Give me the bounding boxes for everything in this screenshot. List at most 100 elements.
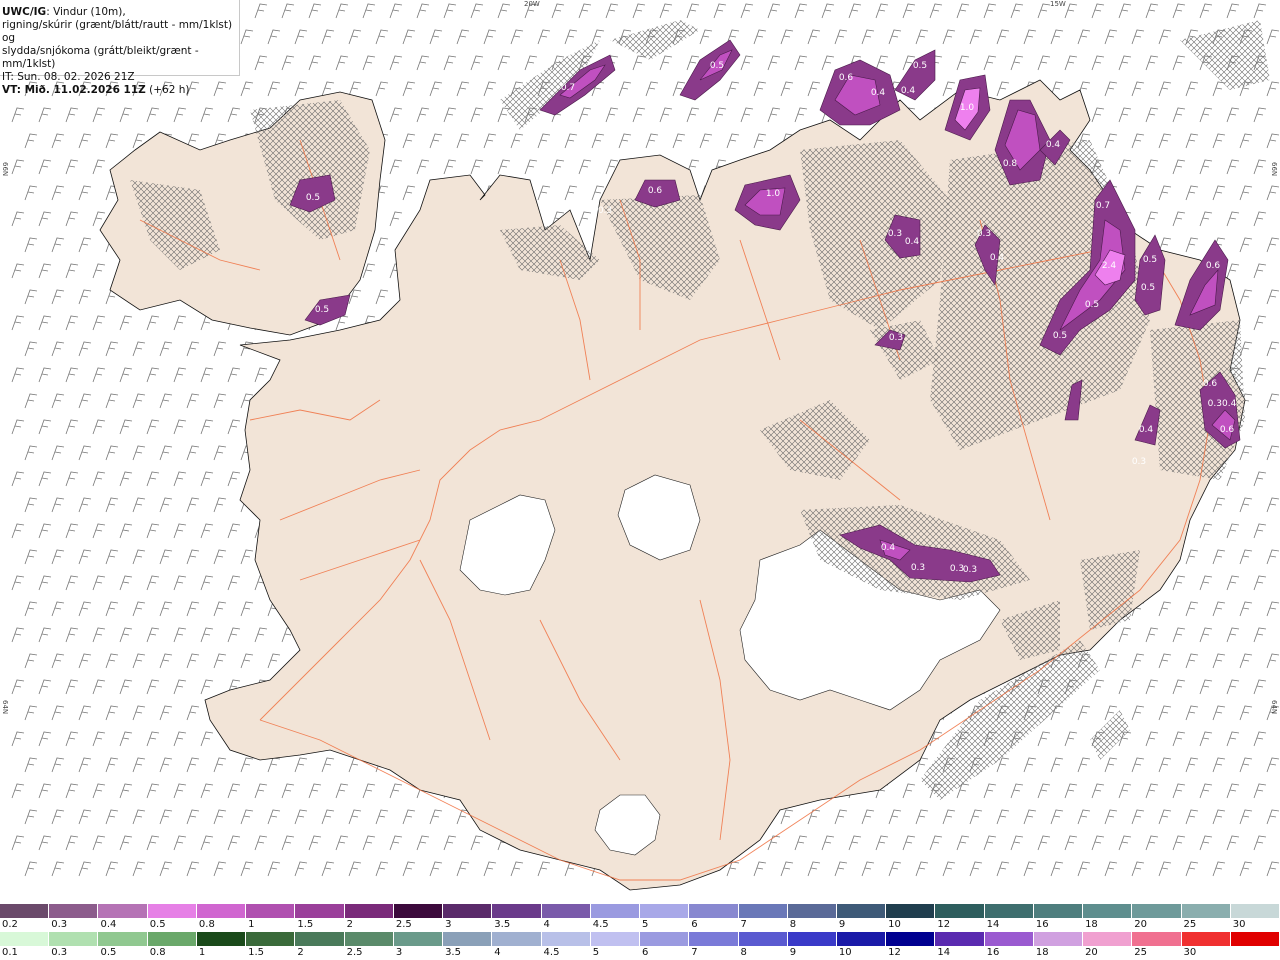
precip-value-label: 0.3 (963, 565, 977, 575)
scale-label: 16 (1035, 919, 1049, 930)
scale-swatch (541, 904, 591, 918)
scale-label: 0.5 (149, 919, 166, 930)
scale-label: 14 (937, 947, 951, 958)
precip-value-label: 0.5 (913, 61, 927, 71)
precip-value-label: 0.5 (1143, 255, 1157, 265)
precip-value-label: 0.30.4 (1208, 399, 1237, 409)
precip-value-label: 0.4 (901, 86, 916, 96)
precip-value-label: 0.5 (710, 61, 724, 71)
scale-label: 1 (198, 947, 206, 958)
scale-swatch (147, 932, 197, 946)
scale-swatch (738, 904, 788, 918)
weather-map: 0.7 0.5 0.6 0.4 0.4 0.5 1.0 0.8 0.4 0.5 0.6 0.3 1.0 0… (0, 0, 1280, 903)
scale-swatch (1033, 932, 1084, 946)
precip-value-label: 0.3 (888, 229, 902, 239)
scale-label: 10 (888, 919, 901, 930)
scale-label: 14 (986, 919, 1000, 930)
precip-value-label: 0.4 (1046, 140, 1061, 150)
scale-label: 6 (642, 947, 649, 958)
scale-label: 2.5 (346, 947, 363, 958)
coord-right-66n: 66N (1270, 162, 1278, 177)
scale-label: 3.5 (494, 919, 511, 930)
header-line2: rigning/skúrir (grænt/blátt/rautt - mm/1… (2, 19, 233, 44)
scale-swatch (590, 932, 641, 946)
scale-label: 30 (1232, 919, 1246, 930)
snow-color-scale (0, 904, 1280, 918)
scale-swatch (0, 904, 50, 918)
valid-time: VT: Mið. 11.02.2026 11Z (2, 84, 146, 96)
scale-swatch (295, 932, 345, 946)
scale-swatch (886, 904, 936, 918)
scale-label: 9 (789, 947, 797, 958)
scale-label: 25 (1134, 947, 1148, 958)
scale-label: 0.3 (51, 947, 68, 958)
scale-label: 0.2 (2, 919, 18, 930)
scale-swatch (147, 904, 197, 918)
scale-label: 0.8 (198, 919, 215, 930)
scale-label: 25 (1183, 919, 1197, 930)
scale-label: 1.5 (297, 919, 314, 930)
scale-swatch (984, 932, 1034, 946)
scale-label: 0.5 (100, 947, 117, 958)
precip-value-label: 0.3 (977, 229, 991, 239)
header-line4: IT: Sun. 08. 02. 2026 21Z (2, 71, 135, 83)
scale-label: 16 (986, 947, 1000, 958)
scale-swatch (196, 904, 247, 918)
scale-swatch (935, 932, 985, 946)
scale-swatch (640, 932, 690, 946)
scale-swatch (984, 904, 1034, 918)
scale-label: 3.5 (445, 947, 461, 958)
scale-label: 10 (838, 947, 852, 958)
scale-swatch (344, 932, 394, 946)
rain-color-scale (0, 932, 1280, 946)
scale-label: 4 (543, 919, 550, 930)
header-line1: : Vindur (10m), (46, 6, 126, 18)
coord-left-66n: 66N (1, 162, 9, 177)
scale-swatch (0, 932, 50, 946)
precip-value-label: 0.7 (1096, 201, 1110, 211)
scale-label: 30 (1183, 947, 1197, 958)
precip-value-label: 2.4 (1102, 261, 1117, 271)
scale-swatch (689, 904, 739, 918)
scale-swatch (443, 904, 493, 918)
scale-swatch (393, 904, 444, 918)
scale-swatch (590, 904, 641, 918)
scale-swatch (787, 904, 837, 918)
precip-value-label: 0.5 (1053, 331, 1067, 341)
valid-offset: (+62 h) (145, 84, 190, 96)
precip-value-label: 0.4 (905, 237, 920, 247)
coord-top-15w: 15W (1050, 0, 1066, 8)
precip-value-label: 0.5 (1141, 283, 1155, 293)
precip-value-label: 0.3 (1132, 457, 1146, 467)
snow-scale-labels: 0.2 0.3 0.4 0.5 0.8 1 1.5 2 2.5 3 3.5 4 4.5 5 6 7 8 9 10 12… (0, 919, 1280, 931)
scale-swatch (689, 932, 739, 946)
scale-label: 0.4 (100, 919, 117, 930)
scale-swatch (98, 932, 148, 946)
precip-value-label: 1.0 (766, 189, 781, 199)
scale-swatch (1181, 932, 1231, 946)
scale-label: 18 (1035, 947, 1049, 958)
scale-label: 0.8 (149, 947, 166, 958)
coord-right-64n: 64N (1270, 700, 1278, 715)
scale-label: 20 (1085, 947, 1098, 958)
precip-value-label: 0.4 (990, 253, 1005, 263)
scale-label: 2 (297, 947, 304, 958)
precip-value-label: 0.6 (1220, 425, 1235, 435)
scale-swatch (886, 932, 936, 946)
scale-swatch (787, 932, 837, 946)
scale-swatch (1083, 932, 1133, 946)
scale-label: 4 (494, 947, 501, 958)
scale-swatch (492, 932, 542, 946)
rain-scale-labels: 0.1 0.3 0.5 0.8 1 1.5 2 2.5 3 3.5 4 4.5 5 6 7 8 9 10 12 14 1… (0, 947, 1280, 959)
scale-label: 12 (937, 919, 951, 930)
scale-label: 8 (740, 947, 747, 958)
precip-value-label: 0.4 (881, 543, 896, 553)
scale-swatch (98, 904, 148, 918)
scale-swatch (836, 932, 887, 946)
scale-swatch (443, 932, 493, 946)
scale-swatch (836, 904, 887, 918)
scale-label: 12 (888, 947, 901, 958)
scale-label: 2 (346, 919, 353, 930)
scale-swatch (935, 904, 985, 918)
scale-label: 7 (740, 919, 747, 930)
